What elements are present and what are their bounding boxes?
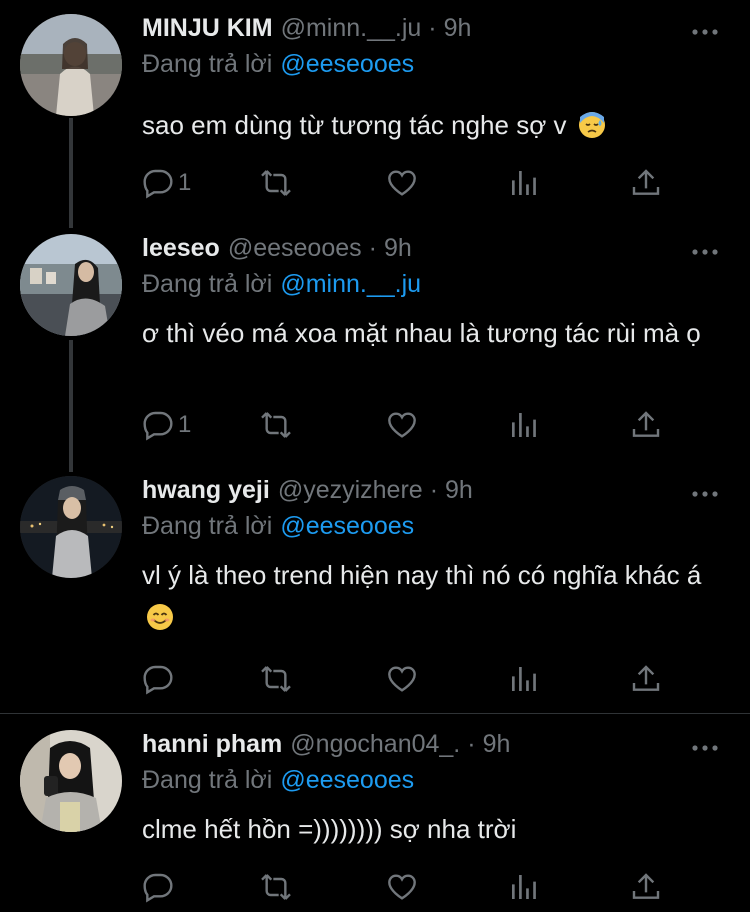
reply-prefix: Đang trả lời (142, 50, 273, 78)
retweet-icon (261, 666, 291, 692)
mention-link[interactable]: @eeseooes (280, 50, 414, 78)
avatar[interactable] (20, 14, 122, 116)
separator-dot: · (368, 234, 377, 262)
views-button[interactable] (508, 662, 540, 696)
author-handle[interactable]: @eeseooes (228, 234, 362, 263)
views-button[interactable] (508, 166, 540, 200)
reply-button[interactable]: 1 (142, 408, 191, 442)
share-icon (632, 169, 660, 195)
views-icon (512, 171, 536, 195)
views-button[interactable] (508, 408, 540, 442)
timestamp[interactable]: 9h (384, 234, 412, 263)
reply-count: 1 (178, 169, 192, 196)
replying-to: Đang trả lời @eeseooes (142, 512, 414, 541)
reply-icon (143, 665, 173, 695)
separator-dot: · (467, 730, 476, 758)
replying-to: Đang trả lời @eeseooes (142, 766, 414, 795)
more-icon[interactable] (690, 246, 720, 258)
share-icon (632, 665, 660, 691)
views-button[interactable] (508, 870, 540, 904)
author-handle[interactable]: @ngochan04_. (290, 730, 460, 759)
author-name[interactable]: hwang yeji (142, 476, 270, 505)
mention-link[interactable]: @minn.__.ju (280, 270, 421, 298)
reply-icon (143, 873, 173, 903)
author-handle[interactable]: @minn.__.ju (281, 14, 422, 43)
mention-link[interactable]: @eeseooes (280, 512, 414, 540)
reply-button[interactable] (142, 662, 174, 696)
author-name[interactable]: MINJU KIM (142, 14, 273, 43)
share-button[interactable] (630, 408, 662, 442)
share-button[interactable] (630, 870, 662, 904)
reply-prefix: Đang trả lời (142, 270, 273, 298)
avatar[interactable] (20, 476, 122, 578)
sweat-face-emoji (578, 112, 605, 138)
author-handle[interactable]: @yezyizhere (278, 476, 423, 505)
tweet-text-container: vl ý là theo trend hiện nay thì nó có ng… (142, 554, 732, 638)
replying-to: Đang trả lời @minn.__.ju (142, 270, 421, 299)
mention-link[interactable]: @eeseooes (280, 766, 414, 794)
like-button[interactable] (386, 166, 418, 200)
action-bar (142, 662, 682, 702)
smiling-face-emoji (147, 604, 173, 630)
action-bar: 1 (142, 408, 682, 448)
retweet-button[interactable] (260, 408, 292, 442)
retweet-icon (261, 170, 291, 196)
thread-line (69, 118, 73, 228)
reply-button[interactable]: 1 (142, 166, 191, 200)
like-icon (388, 170, 416, 196)
action-bar (142, 870, 682, 910)
author-name[interactable]: leeseo (142, 234, 220, 263)
reply-icon (143, 169, 173, 199)
reply-count: 1 (178, 411, 192, 438)
retweet-button[interactable] (260, 662, 292, 696)
views-icon (512, 667, 536, 691)
like-button[interactable] (386, 408, 418, 442)
timestamp[interactable]: 9h (444, 14, 472, 43)
replying-to: Đang trả lời @eeseooes (142, 50, 414, 79)
tweet-text: vl ý là theo trend hiện nay thì nó có ng… (142, 560, 702, 590)
avatar[interactable] (20, 234, 122, 336)
reply-prefix: Đang trả lời (142, 766, 273, 794)
thread-line (69, 340, 73, 472)
separator-dot: · (428, 14, 437, 42)
like-button[interactable] (386, 870, 418, 904)
avatar[interactable] (20, 730, 122, 832)
views-icon (512, 413, 536, 437)
share-icon (632, 411, 660, 437)
retweet-button[interactable] (260, 166, 292, 200)
like-icon (388, 874, 416, 900)
retweet-icon (261, 874, 291, 900)
timestamp[interactable]: 9h (483, 730, 511, 759)
like-icon (388, 666, 416, 692)
retweet-icon (261, 412, 291, 438)
separator-dot: · (429, 476, 439, 504)
author-name[interactable]: hanni pham (142, 730, 282, 759)
like-button[interactable] (386, 662, 418, 696)
share-button[interactable] (630, 166, 662, 200)
views-icon (512, 875, 536, 899)
share-icon (632, 873, 660, 899)
timestamp[interactable]: 9h (445, 476, 473, 505)
share-button[interactable] (630, 662, 662, 696)
tweet-text: sao em dùng từ tương tác nghe sợ v (142, 110, 567, 140)
retweet-button[interactable] (260, 870, 292, 904)
reply-prefix: Đang trả lời (142, 512, 273, 540)
tweet-text: clme hết hồn =)))))))) sợ nha trời (142, 814, 517, 844)
tweet-text: ơ thì véo má xoa mặt nhau là tương tác r… (142, 318, 701, 348)
tweet-text-container: sao em dùng từ tương tác nghe sợ v (142, 104, 732, 146)
more-icon[interactable] (690, 488, 720, 500)
action-bar: 1 (142, 166, 682, 206)
reply-icon (143, 411, 173, 441)
like-icon (388, 412, 416, 438)
reply-button[interactable] (142, 870, 174, 904)
tweet-divider (0, 713, 750, 714)
more-icon[interactable] (690, 742, 720, 754)
more-icon[interactable] (690, 26, 720, 38)
